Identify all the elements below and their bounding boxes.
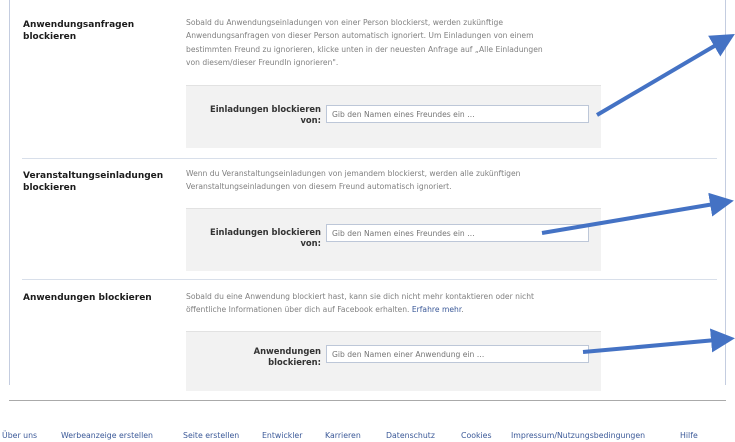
learn-more-link[interactable]: Erfahre mehr	[412, 305, 461, 314]
description-tail: .	[461, 305, 464, 315]
section-description: Wenn du Veranstaltungseinladungen von je…	[186, 167, 606, 194]
footer-link-privacy[interactable]: Datenschutz	[386, 431, 435, 440]
footer-link-create-ad[interactable]: Werbeanzeige erstellen	[61, 431, 153, 440]
description-line: Wenn du Veranstaltungseinladungen von je…	[186, 169, 521, 178]
section-divider	[22, 158, 717, 159]
footer-link-about[interactable]: Über uns	[2, 431, 37, 440]
field-label-line: blockieren:	[268, 357, 321, 367]
section-title-app-requests: Anwendungsanfragen blockieren	[23, 19, 173, 43]
app-name-input[interactable]	[326, 345, 589, 363]
field-label-line: Einladungen blockieren	[209, 227, 321, 237]
description-line: Anwendungsanfragen von dieser Person aut…	[186, 31, 534, 41]
block-form-box: Anwendungen blockieren:	[186, 331, 601, 391]
description-line: Veranstaltungseinladungen von diesem Fre…	[186, 182, 452, 192]
section-title-line: Veranstaltungseinladungen	[23, 171, 164, 181]
section-description: Sobald du Anwendungseinladungen von eine…	[186, 16, 606, 69]
block-form-box: Einladungen blockieren von:	[186, 85, 601, 148]
section-divider	[22, 279, 717, 280]
footer-link-cookies[interactable]: Cookies	[461, 431, 492, 440]
description-line: bestimmten Freund zu ignorieren, klicke …	[186, 44, 543, 54]
footer-link-developers[interactable]: Entwickler	[262, 431, 302, 440]
field-label: Anwendungen blockieren:	[186, 346, 321, 368]
friend-name-input[interactable]	[326, 105, 589, 123]
footer-link-help[interactable]: Hilfe	[680, 431, 698, 440]
section-title-line: Anwendungen blockieren	[23, 293, 152, 303]
description-line: Sobald du eine Anwendung blockiert hast,…	[186, 292, 535, 301]
footer-link-create-page[interactable]: Seite erstellen	[183, 431, 239, 440]
field-label-line: Einladungen blockieren	[209, 104, 321, 114]
field-label: Einladungen blockieren von:	[186, 227, 321, 249]
field-label-line: von:	[300, 238, 321, 248]
section-title-line: Anwendungsanfragen	[23, 20, 135, 30]
section-title-block-apps: Anwendungen blockieren	[23, 292, 173, 304]
field-label-line: von:	[300, 115, 321, 125]
section-title-event-invites: Veranstaltungseinladungen blockieren	[23, 170, 173, 194]
description-line: öffentliche Informationen über dich auf …	[186, 303, 606, 316]
footer-link-imprint-terms[interactable]: Impressum/Nutzungsbedingungen	[511, 431, 645, 440]
description-text: öffentliche Informationen über dich auf …	[186, 305, 410, 315]
footer-link-careers[interactable]: Karrieren	[325, 431, 361, 440]
footer-divider	[9, 400, 726, 401]
block-form-box: Einladungen blockieren von:	[186, 208, 601, 271]
description-line: von diesem/dieser FreundIn ignorieren".	[186, 57, 339, 67]
description-line: Sobald du Anwendungseinladungen von eine…	[186, 18, 503, 27]
friend-name-input[interactable]	[326, 224, 589, 242]
section-title-line: blockieren	[23, 183, 77, 193]
section-title-line: blockieren	[23, 32, 77, 42]
field-label-line: Anwendungen	[253, 346, 321, 356]
section-description: Sobald du eine Anwendung blockiert hast,…	[186, 290, 606, 317]
field-label: Einladungen blockieren von:	[186, 104, 321, 126]
